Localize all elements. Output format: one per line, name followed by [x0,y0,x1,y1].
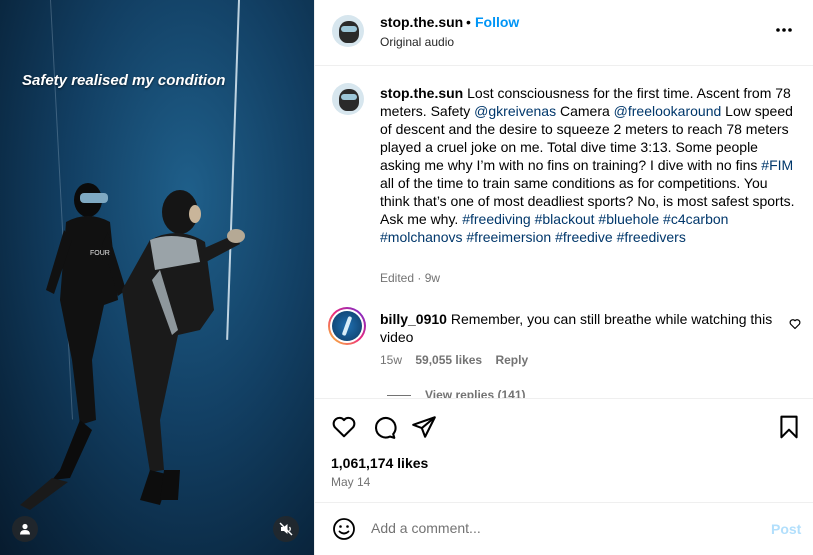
post-caption: stop.the.sun Lost consciousness for the … [380,84,798,246]
caption-author-avatar[interactable] [332,83,364,115]
like-count[interactable]: 1,061,174 likes [331,455,428,471]
add-comment-bar: Post [315,502,813,555]
comment-bubble-icon[interactable] [371,414,397,440]
emoji-icon[interactable] [332,517,356,541]
replies-divider-line [387,395,411,397]
follow-button[interactable]: Follow [475,14,519,30]
commenter-avatar[interactable] [328,307,366,345]
comment-age: 15w [380,353,403,367]
hashtag-freeimersion[interactable]: #freeimersion [466,229,551,245]
hashtag-fim[interactable]: #FIM [761,157,793,173]
hashtag-freedive[interactable]: #freedive [555,229,613,245]
hashtag-freediving[interactable]: #freediving [462,211,531,227]
author-avatar[interactable] [332,15,364,47]
mention-freelookaround[interactable]: @freelookaround [614,103,722,119]
view-replies-button[interactable]: View replies (141) [387,388,526,398]
comment-meta: 15w 59,055 likes Reply [380,353,538,367]
post-comment-button[interactable]: Post [771,521,801,537]
view-replies-label: View replies (141) [425,388,526,398]
post-details-panel: stop.the.sun • Follow Original audio sto… [314,0,813,555]
comment-likes[interactable]: 59,055 likes [415,353,482,367]
hashtag-c4carbon[interactable]: #c4carbon [663,211,728,227]
comments-scroll-area[interactable]: stop.the.sun Lost consciousness for the … [315,66,813,398]
post-header: stop.the.sun • Follow Original audio [315,0,813,66]
tagged-users-button[interactable] [12,516,38,542]
post-video[interactable]: FOUR Safety realised my condition [0,0,314,555]
user-icon [20,523,30,535]
svg-text:FOUR: FOUR [90,250,110,257]
post-date: May 14 [331,475,371,489]
bookmark-icon[interactable] [776,414,802,440]
edited-timestamp: Edited · 9w [380,271,441,285]
mention-gkreivenas[interactable]: @gkreivenas [474,103,556,119]
caption-text-2: Camera [556,103,614,119]
post-actions: 1,061,174 likes May 14 [315,398,813,502]
comment-like-heart-icon[interactable] [789,318,801,330]
commenter-username[interactable]: billy_0910 [380,311,447,327]
video-overlay-text: Safety realised my condition [22,72,226,89]
mute-button[interactable] [273,516,299,542]
audio-label[interactable]: Original audio [380,35,454,49]
speaker-muted-icon [279,522,293,536]
header-separator: • [466,14,471,30]
hashtag-blackout[interactable]: #blackout [535,211,595,227]
share-paper-plane-icon[interactable] [411,414,437,440]
like-heart-icon[interactable] [331,414,357,440]
hashtag-bluehole[interactable]: #bluehole [598,211,659,227]
caption-username[interactable]: stop.the.sun [380,85,463,101]
hashtag-freedivers[interactable]: #freedivers [617,229,686,245]
author-username[interactable]: stop.the.sun [380,14,463,30]
more-horizontal-icon[interactable] [775,27,793,33]
add-comment-input[interactable] [371,520,751,536]
comment-text: billy_0910 Remember, you can still breat… [380,310,780,346]
reply-button[interactable]: Reply [495,353,528,367]
hashtag-molchanovs[interactable]: #molchanovs [380,229,463,245]
